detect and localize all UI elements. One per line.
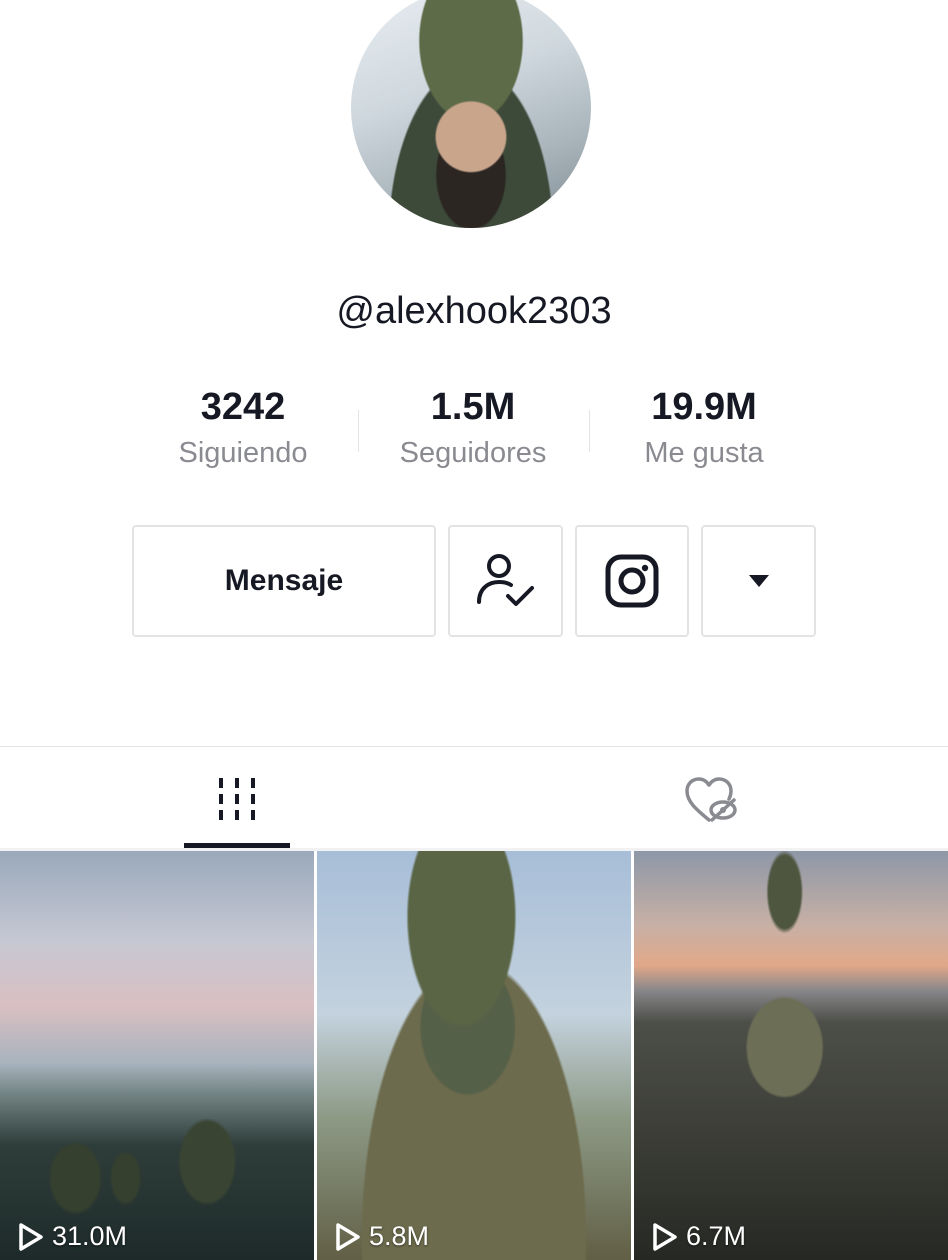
- video-thumbnail[interactable]: 31.0M: [0, 851, 314, 1260]
- view-count: 5.8M: [335, 1221, 429, 1252]
- video-thumbnail[interactable]: 5.8M: [317, 851, 631, 1260]
- stat-following-value: 3242: [200, 386, 286, 428]
- play-icon: [336, 1222, 360, 1251]
- message-button-label: Mensaje: [224, 564, 344, 597]
- instagram-icon: [605, 554, 659, 608]
- stat-followers-label: Seguidores: [399, 437, 547, 469]
- play-icon: [19, 1222, 43, 1251]
- stat-likes[interactable]: 19.9M Me gusta: [584, 383, 824, 470]
- view-count-label: 5.8M: [369, 1221, 430, 1251]
- stat-following[interactable]: 3242 Siguiendo: [123, 383, 363, 470]
- view-count-label: 31.0M: [52, 1221, 128, 1251]
- video-thumbnail[interactable]: 6.7M: [634, 851, 948, 1260]
- tabs-divider: [0, 746, 948, 747]
- view-count: 6.7M: [652, 1221, 746, 1252]
- username: @alexhook2303: [336, 290, 612, 332]
- message-button[interactable]: Mensaje: [132, 525, 436, 637]
- view-count-label: 6.7M: [686, 1221, 747, 1251]
- videos-grid-icon: [219, 778, 255, 820]
- tab-videos[interactable]: [184, 760, 290, 840]
- view-count: 31.0M: [18, 1221, 127, 1252]
- user-check-icon: [476, 554, 534, 606]
- caret-down-icon: [748, 575, 769, 587]
- more-options-button[interactable]: [701, 525, 816, 637]
- instagram-button[interactable]: [575, 525, 689, 637]
- tab-liked[interactable]: [658, 760, 764, 840]
- liked-hidden-icon: [685, 777, 737, 822]
- stat-followers-value: 1.5M: [430, 386, 516, 428]
- stat-following-label: Siguiendo: [178, 437, 308, 469]
- stat-followers[interactable]: 1.5M Seguidores: [353, 383, 593, 470]
- stat-likes-value: 19.9M: [651, 386, 757, 428]
- play-icon: [653, 1222, 677, 1251]
- following-button[interactable]: [448, 525, 563, 637]
- stat-likes-label: Me gusta: [644, 437, 764, 469]
- avatar[interactable]: [351, 0, 591, 228]
